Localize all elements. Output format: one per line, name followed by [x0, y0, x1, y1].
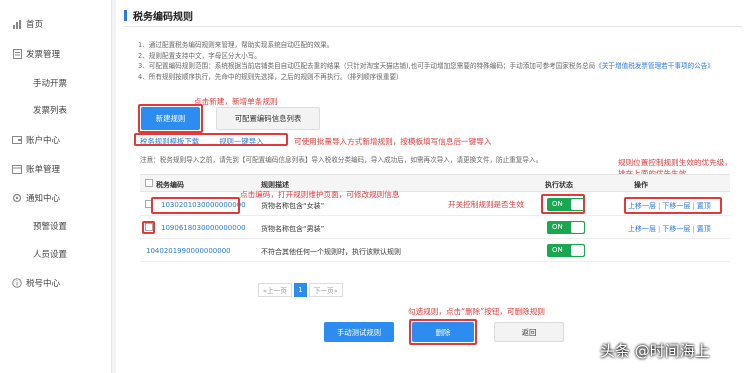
note-text: 3、可配置编码规则范围：系统根据当前店铺类目自动匹配去重的结果（只针对淘宝天猫店… [138, 62, 596, 70]
prev-page-button[interactable]: «上一页 [258, 283, 292, 297]
sidebar-item-label: 人员设置 [33, 250, 68, 260]
highlight-box [624, 197, 722, 214]
tax-announcement-link[interactable]: 《关于增值税发票管理若干事项的公告》 [595, 62, 714, 70]
sidebar-item-label: 账户中心 [26, 136, 61, 146]
highlight-box [138, 104, 203, 133]
annotation-click-code: 点击编码，打开规则维护页面，可修改规则信息 [240, 190, 400, 199]
sidebar-item-home[interactable]: 首页 [0, 15, 112, 33]
import-tip: 注意：税务规则导入之前，请先到【可配置编码信息列表】导入税收分类编码，导入成功后… [140, 156, 543, 164]
sidebar-item-alert-settings[interactable]: 预警设置 [0, 217, 112, 235]
highlight-box [151, 197, 240, 214]
sidebar-item-staff-settings[interactable]: 人员设置 [0, 245, 112, 263]
annotation-delete: 勾选规则，点击“删除”按钮，可删除规则 [408, 307, 545, 316]
sidebar: 首页 发票管理 手动开票 发票列表 账户中心 账单管理 通知中心 预警设置 人员… [0, 0, 112, 373]
toggle-knob [571, 245, 584, 256]
annotation-new-rule: 点击新建，新增单条规则 [194, 97, 278, 106]
toggle-label: ON [552, 223, 563, 231]
rule-code-link[interactable]: 1090618030000000000 [161, 224, 246, 232]
page-title: 税务编码规则 [124, 8, 193, 23]
instruction-notes: 1、通过配置税务编码规则来管理，帮助实现系统自动匹配的效果。 2、规则配置支持中… [138, 40, 738, 82]
title-accent-bar [124, 10, 127, 21]
config-list-button[interactable]: 可配置编码信息列表 [216, 107, 320, 130]
sidebar-item-label: 通知中心 [26, 194, 61, 204]
current-page[interactable]: 1 [293, 283, 307, 297]
next-page-button[interactable]: 下一页» [308, 283, 343, 297]
sidebar-item-invoice-mgmt[interactable]: 发票管理 [0, 45, 112, 63]
sidebar-item-notification-center[interactable]: 通知中心 [0, 189, 112, 207]
rule-description: 货物名称包含“女装” [261, 202, 325, 210]
toggle-knob [571, 222, 584, 233]
sidebar-item-bill-mgmt[interactable]: 账单管理 [0, 160, 112, 178]
status-toggle[interactable]: ON [547, 221, 585, 234]
back-button[interactable]: 返回 [494, 322, 564, 342]
document-icon [12, 49, 22, 59]
sidebar-item-manual-invoice[interactable]: 手动开票 [0, 74, 112, 92]
highlight-box [541, 194, 585, 214]
note-line: 1、通过配置税务编码规则来管理，帮助实现系统自动匹配的效果。 [138, 41, 334, 49]
note-line: 2、规则配置支持中文，字母区分大小写。 [138, 51, 261, 60]
sidebar-item-label: 账单管理 [26, 165, 61, 175]
status-toggle[interactable]: ON [547, 244, 585, 257]
sidebar-item-label: 预警设置 [33, 222, 68, 232]
annotation-batch-import: 可使用批量导入方式新增规则，按模板填写信息后一键导入 [294, 137, 492, 146]
highlight-box [142, 221, 155, 234]
sidebar-item-label: 发票列表 [33, 106, 68, 116]
highlight-box [409, 319, 477, 345]
note-line: 3、可配置编码规则范围：系统根据当前店铺类目自动匹配去重的结果（只针对淘宝天猫店… [138, 61, 738, 72]
annotation-toggle: 开关控制规则是否生效 [448, 200, 524, 209]
row-actions: 上移一层 | 下移一层 | 置顶 [628, 225, 711, 233]
note-line: 4、所有规则按顺序执行，先命中的规则先选择，之后的规则不再执行。（排列顺序很重要… [138, 72, 403, 81]
header-code: 税务编码 [156, 181, 184, 189]
watermark: 头条 @时间海上 [600, 342, 710, 360]
sidebar-item-label: 手动开票 [33, 79, 68, 89]
sidebar-item-label: 税号中心 [26, 279, 61, 289]
highlight-box [134, 133, 288, 146]
pin-top-link[interactable]: 置顶 [697, 225, 711, 233]
header-ops: 操作 [634, 181, 648, 189]
page-title-text: 税务编码规则 [133, 12, 193, 23]
main-panel: 税务编码规则 1、通过配置税务编码规则来管理，帮助实现系统自动匹配的效果。 2、… [116, 0, 750, 373]
sidebar-item-label: 首页 [26, 20, 44, 30]
sidebar-item-label: 发票管理 [26, 50, 61, 60]
rule-description: 不符合其他任何一个规则时，执行该默认规则 [261, 248, 401, 256]
table-row: 1090618030000000000 货物名称包含“男装” ON 上移一层 | 下… [140, 217, 730, 239]
wallet-icon [12, 135, 22, 145]
rule-code-link[interactable]: 1040201990000000000 [146, 247, 231, 255]
manual-test-button[interactable]: 手动测试规则 [324, 322, 394, 342]
settings-icon [12, 193, 22, 203]
rule-description: 货物名称包含“男装” [261, 225, 325, 233]
table-row: 1040201990000000000 不符合其他任何一个规则时，执行该默认规则… [140, 240, 730, 262]
bar-chart-icon [12, 19, 22, 29]
move-down-link[interactable]: 下移一层 [662, 225, 690, 233]
annotation-line: 规则位置控制规则生效的优先级， [618, 158, 732, 167]
table-header: 税务编码 规则描述 执行状态 操作 [140, 174, 730, 192]
sidebar-item-account-center[interactable]: 账户中心 [0, 131, 112, 149]
bill-icon [12, 164, 22, 174]
move-up-link[interactable]: 上移一层 [628, 225, 656, 233]
toggle-label: ON [552, 246, 563, 254]
header-status: 执行状态 [545, 181, 573, 189]
divider [124, 26, 742, 27]
pagination: «上一页 1 下一页» [258, 283, 345, 297]
info-icon [12, 278, 22, 288]
select-all-checkbox[interactable] [145, 179, 153, 187]
sidebar-item-invoice-list[interactable]: 发票列表 [0, 101, 112, 119]
sidebar-item-tax-id-center[interactable]: 税号中心 [0, 274, 112, 292]
